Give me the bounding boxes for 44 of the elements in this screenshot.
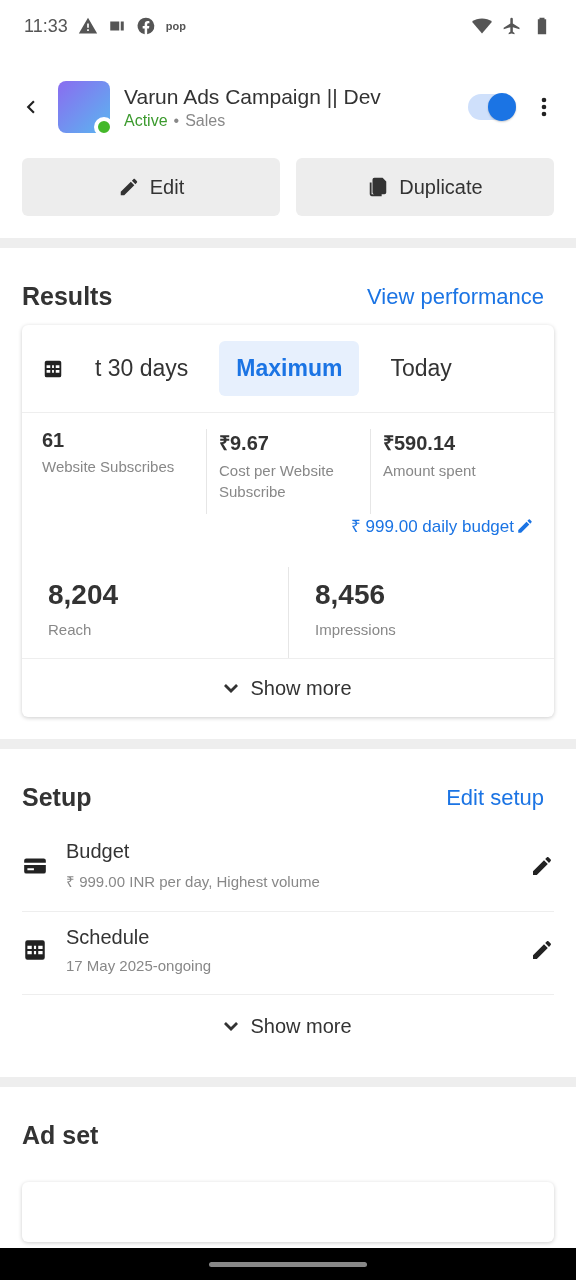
metric-label: Cost per Website Subscribe — [219, 461, 335, 502]
date-range-tab[interactable]: Maximum — [219, 341, 360, 396]
show-more-button[interactable]: Show more — [22, 659, 554, 717]
total-value: 8,204 — [48, 579, 120, 611]
campaign-title: Varun Ads Campaign || Dev — [124, 84, 382, 109]
metric-label: Amount spent — [383, 461, 477, 481]
setup-title: Schedule — [66, 926, 151, 949]
app-label: pop — [165, 20, 186, 32]
calendar-icon — [22, 937, 48, 963]
facebook-icon — [135, 16, 156, 36]
pencil-icon — [516, 516, 534, 535]
home-handle[interactable] — [209, 1261, 367, 1267]
total-value: 8,456 — [315, 579, 387, 611]
campaign-toggle[interactable] — [468, 94, 516, 120]
pencil-icon[interactable] — [530, 938, 554, 962]
daily-budget-link[interactable]: ₹ 999.00 daily budget — [350, 514, 534, 537]
metric-value: ₹9.67 — [219, 431, 270, 456]
metric-value: 61 — [42, 429, 66, 452]
view-performance-link[interactable]: View performance — [367, 283, 544, 310]
setup-detail: 17 May 2025-ongoing — [66, 957, 213, 974]
setup-title: Budget — [66, 840, 131, 863]
separator-dot: • — [173, 111, 180, 130]
edit-button[interactable]: Edit — [22, 158, 280, 216]
total-label: Impressions — [315, 621, 397, 638]
date-range-tab[interactable]: t 30 days — [78, 341, 206, 396]
clock: 11:33 — [24, 15, 68, 37]
section-title: Setup — [22, 783, 92, 812]
show-more-button[interactable]: Show more — [0, 997, 576, 1055]
category-label: Sales — [185, 111, 226, 130]
metric-value: ₹590.14 — [383, 431, 457, 456]
setup-detail: ₹ 999.00 INR per day, Highest volume — [66, 872, 321, 891]
date-range-tab[interactable]: Today — [373, 341, 469, 396]
status-label: Active — [124, 111, 168, 130]
airplane-icon — [502, 16, 522, 36]
wifi-icon — [472, 16, 492, 36]
warning-icon — [77, 16, 98, 36]
metric-label: Website Subscribes — [42, 457, 176, 477]
edit-setup-link[interactable]: Edit setup — [446, 784, 544, 811]
duplicate-button[interactable]: Duplicate — [296, 158, 554, 216]
section-title: Ad set — [22, 1121, 99, 1150]
total-label: Reach — [48, 621, 93, 638]
chevron-down-icon — [224, 683, 239, 693]
chevron-down-icon — [224, 1021, 239, 1031]
section-title: Results — [22, 282, 113, 311]
